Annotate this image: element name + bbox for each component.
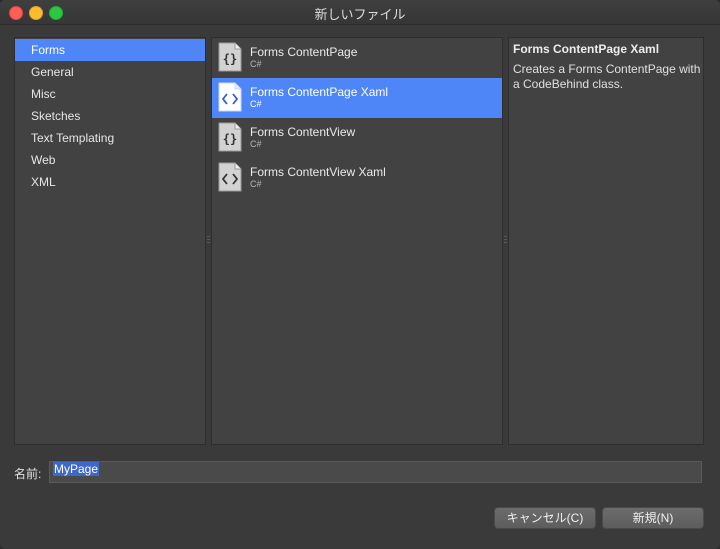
cancel-button[interactable]: キャンセル(C) bbox=[494, 507, 596, 529]
template-name: Forms ContentPage bbox=[250, 45, 358, 59]
category-item-sketches[interactable]: Sketches bbox=[15, 105, 205, 127]
new-file-dialog: 新しいファイル Forms General Misc Sketches Text… bbox=[0, 0, 720, 549]
template-name: Forms ContentView Xaml bbox=[250, 165, 386, 179]
template-name: Forms ContentView bbox=[250, 125, 356, 139]
braces-file-icon: {} bbox=[218, 42, 242, 72]
new-button[interactable]: 新規(N) bbox=[602, 507, 704, 529]
template-item[interactable]: Forms ContentView Xaml C# bbox=[212, 158, 502, 198]
category-item-general[interactable]: General bbox=[15, 61, 205, 83]
braces-file-icon: {} bbox=[218, 122, 242, 152]
category-item-forms[interactable]: Forms bbox=[15, 39, 205, 61]
template-language: C# bbox=[250, 139, 262, 149]
description-body: Creates a Forms ContentPage with a CodeB… bbox=[513, 62, 701, 91]
pane-splitter[interactable] bbox=[207, 236, 210, 246]
category-item-misc[interactable]: Misc bbox=[15, 83, 205, 105]
title-bar: 新しいファイル bbox=[0, 0, 720, 25]
pane-splitter[interactable] bbox=[504, 236, 507, 246]
template-item[interactable]: {} Forms ContentView C# bbox=[212, 118, 502, 158]
description-title: Forms ContentPage Xaml bbox=[513, 42, 660, 56]
name-input[interactable]: MyPage bbox=[49, 461, 702, 483]
window-title: 新しいファイル bbox=[314, 7, 406, 22]
template-item[interactable]: {} Forms ContentPage C# bbox=[212, 38, 502, 78]
category-item-text-templating[interactable]: Text Templating bbox=[15, 127, 205, 149]
category-list: Forms General Misc Sketches Text Templat… bbox=[14, 37, 206, 445]
name-input-value: MyPage bbox=[53, 462, 100, 476]
template-language: C# bbox=[250, 99, 262, 109]
name-label: 名前: bbox=[14, 467, 42, 481]
template-language: C# bbox=[250, 59, 262, 69]
template-list: {} Forms ContentPage C# Forms ContentPag… bbox=[211, 37, 503, 445]
template-name: Forms ContentPage Xaml bbox=[250, 85, 389, 99]
template-language: C# bbox=[250, 179, 262, 189]
template-item-selected[interactable]: Forms ContentPage Xaml C# bbox=[212, 78, 502, 118]
angle-brackets-file-icon bbox=[218, 162, 242, 192]
svg-text:{}: {} bbox=[223, 52, 237, 66]
category-item-xml[interactable]: XML bbox=[15, 171, 205, 193]
angle-brackets-file-icon bbox=[218, 82, 242, 112]
svg-text:{}: {} bbox=[223, 132, 237, 146]
description-pane: Forms ContentPage Xaml Creates a Forms C… bbox=[508, 37, 704, 445]
category-item-web[interactable]: Web bbox=[15, 149, 205, 171]
